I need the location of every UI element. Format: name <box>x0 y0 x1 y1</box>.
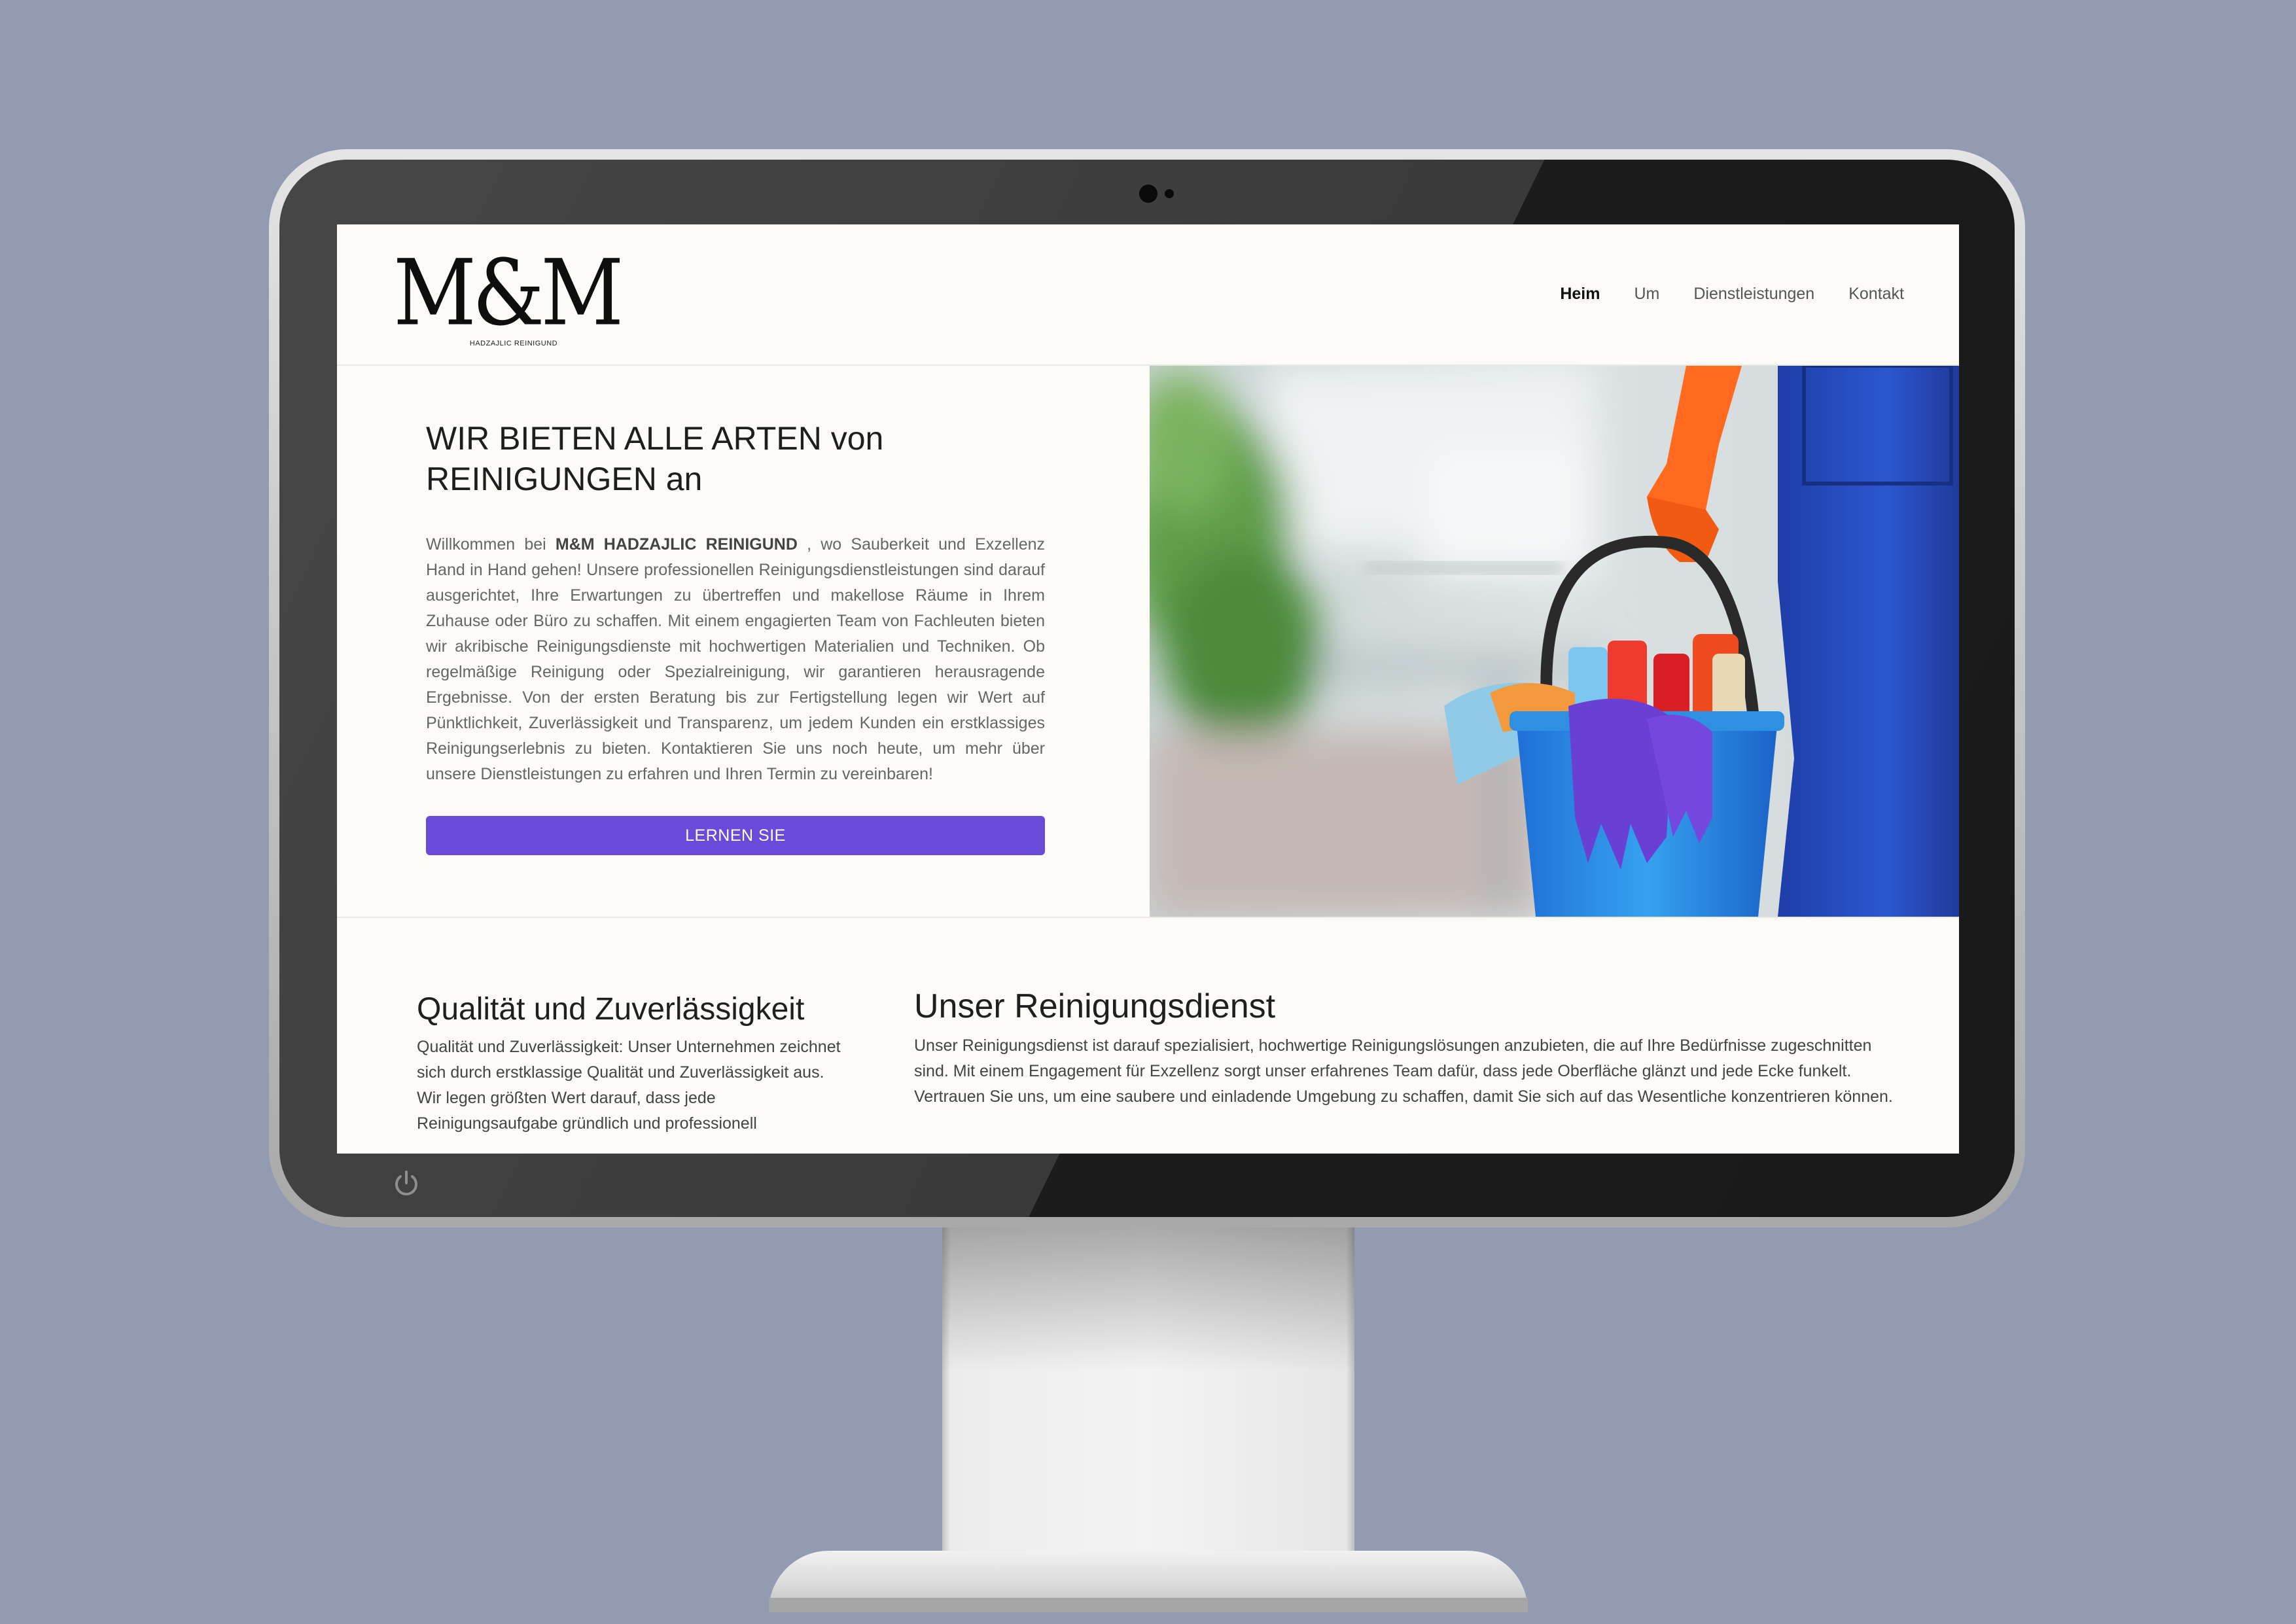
website-screen: M&M HADZAJLIC REINIGUND Heim Um Dienstle… <box>337 224 1959 1154</box>
cleaning-bucket-illustration <box>1150 366 1959 917</box>
power-icon[interactable] <box>391 1169 421 1199</box>
hero-section: WIR BIETEN ALLE ARTEN von REINIGUNGEN an… <box>337 366 1150 917</box>
logo-tagline: HADZAJLIC REINIGUND <box>469 340 558 347</box>
webcam-led <box>1165 189 1174 198</box>
hero-title-line-2: REINIGUNGEN an <box>426 461 703 497</box>
feature-service-text: Unser Reinigungsdienst ist darauf spezia… <box>914 1036 1893 1106</box>
monitor-stand-base-edge <box>769 1598 1528 1612</box>
hero-intro-text: Willkommen bei M&M HADZAJLIC REINIGUND ,… <box>426 532 1045 787</box>
feature-quality: Qualität und Zuverlässigkeit Qualität un… <box>417 991 849 1137</box>
nav-link-heim[interactable]: Heim <box>1560 285 1600 304</box>
section-divider <box>337 917 1959 918</box>
nav-link-dienstleistungen[interactable]: Dienstleistungen <box>1693 285 1814 304</box>
hero-intro-after: , wo Sauberkeit und Exzellenz Hand in Ha… <box>426 535 1046 783</box>
nav-link-um[interactable]: Um <box>1634 285 1659 304</box>
hero-intro-before: Willkommen bei <box>426 535 556 554</box>
feature-service: Unser Reinigungsdienst Unser Reinigungsd… <box>914 986 1896 1110</box>
feature-service-title: Unser Reinigungsdienst <box>914 987 1276 1025</box>
site-header: M&M HADZAJLIC REINIGUND Heim Um Dienstle… <box>337 224 1959 366</box>
feature-quality-title: Qualität und Zuverlässigkeit <box>417 992 805 1027</box>
logo[interactable]: M&M <box>393 248 626 339</box>
main-navigation: Heim Um Dienstleistungen Kontakt <box>1560 285 1904 304</box>
feature-quality-text: Qualität und Zuverlässigkeit: Unser Unte… <box>417 1038 841 1133</box>
hero-intro-brand: M&M HADZAJLIC REINIGUND <box>555 535 798 554</box>
webcam-icon <box>1139 185 1157 203</box>
nav-link-kontakt[interactable]: Kontakt <box>1848 285 1904 304</box>
hero-cleaning-image <box>1150 366 1959 917</box>
hero-title: WIR BIETEN ALLE ARTEN von REINIGUNGEN an <box>426 418 1054 499</box>
hero-title-line-1: WIR BIETEN ALLE ARTEN von <box>426 420 884 457</box>
learn-more-button[interactable]: LERNEN SIE <box>426 816 1045 855</box>
monitor-stand-shadow <box>942 1227 1354 1371</box>
